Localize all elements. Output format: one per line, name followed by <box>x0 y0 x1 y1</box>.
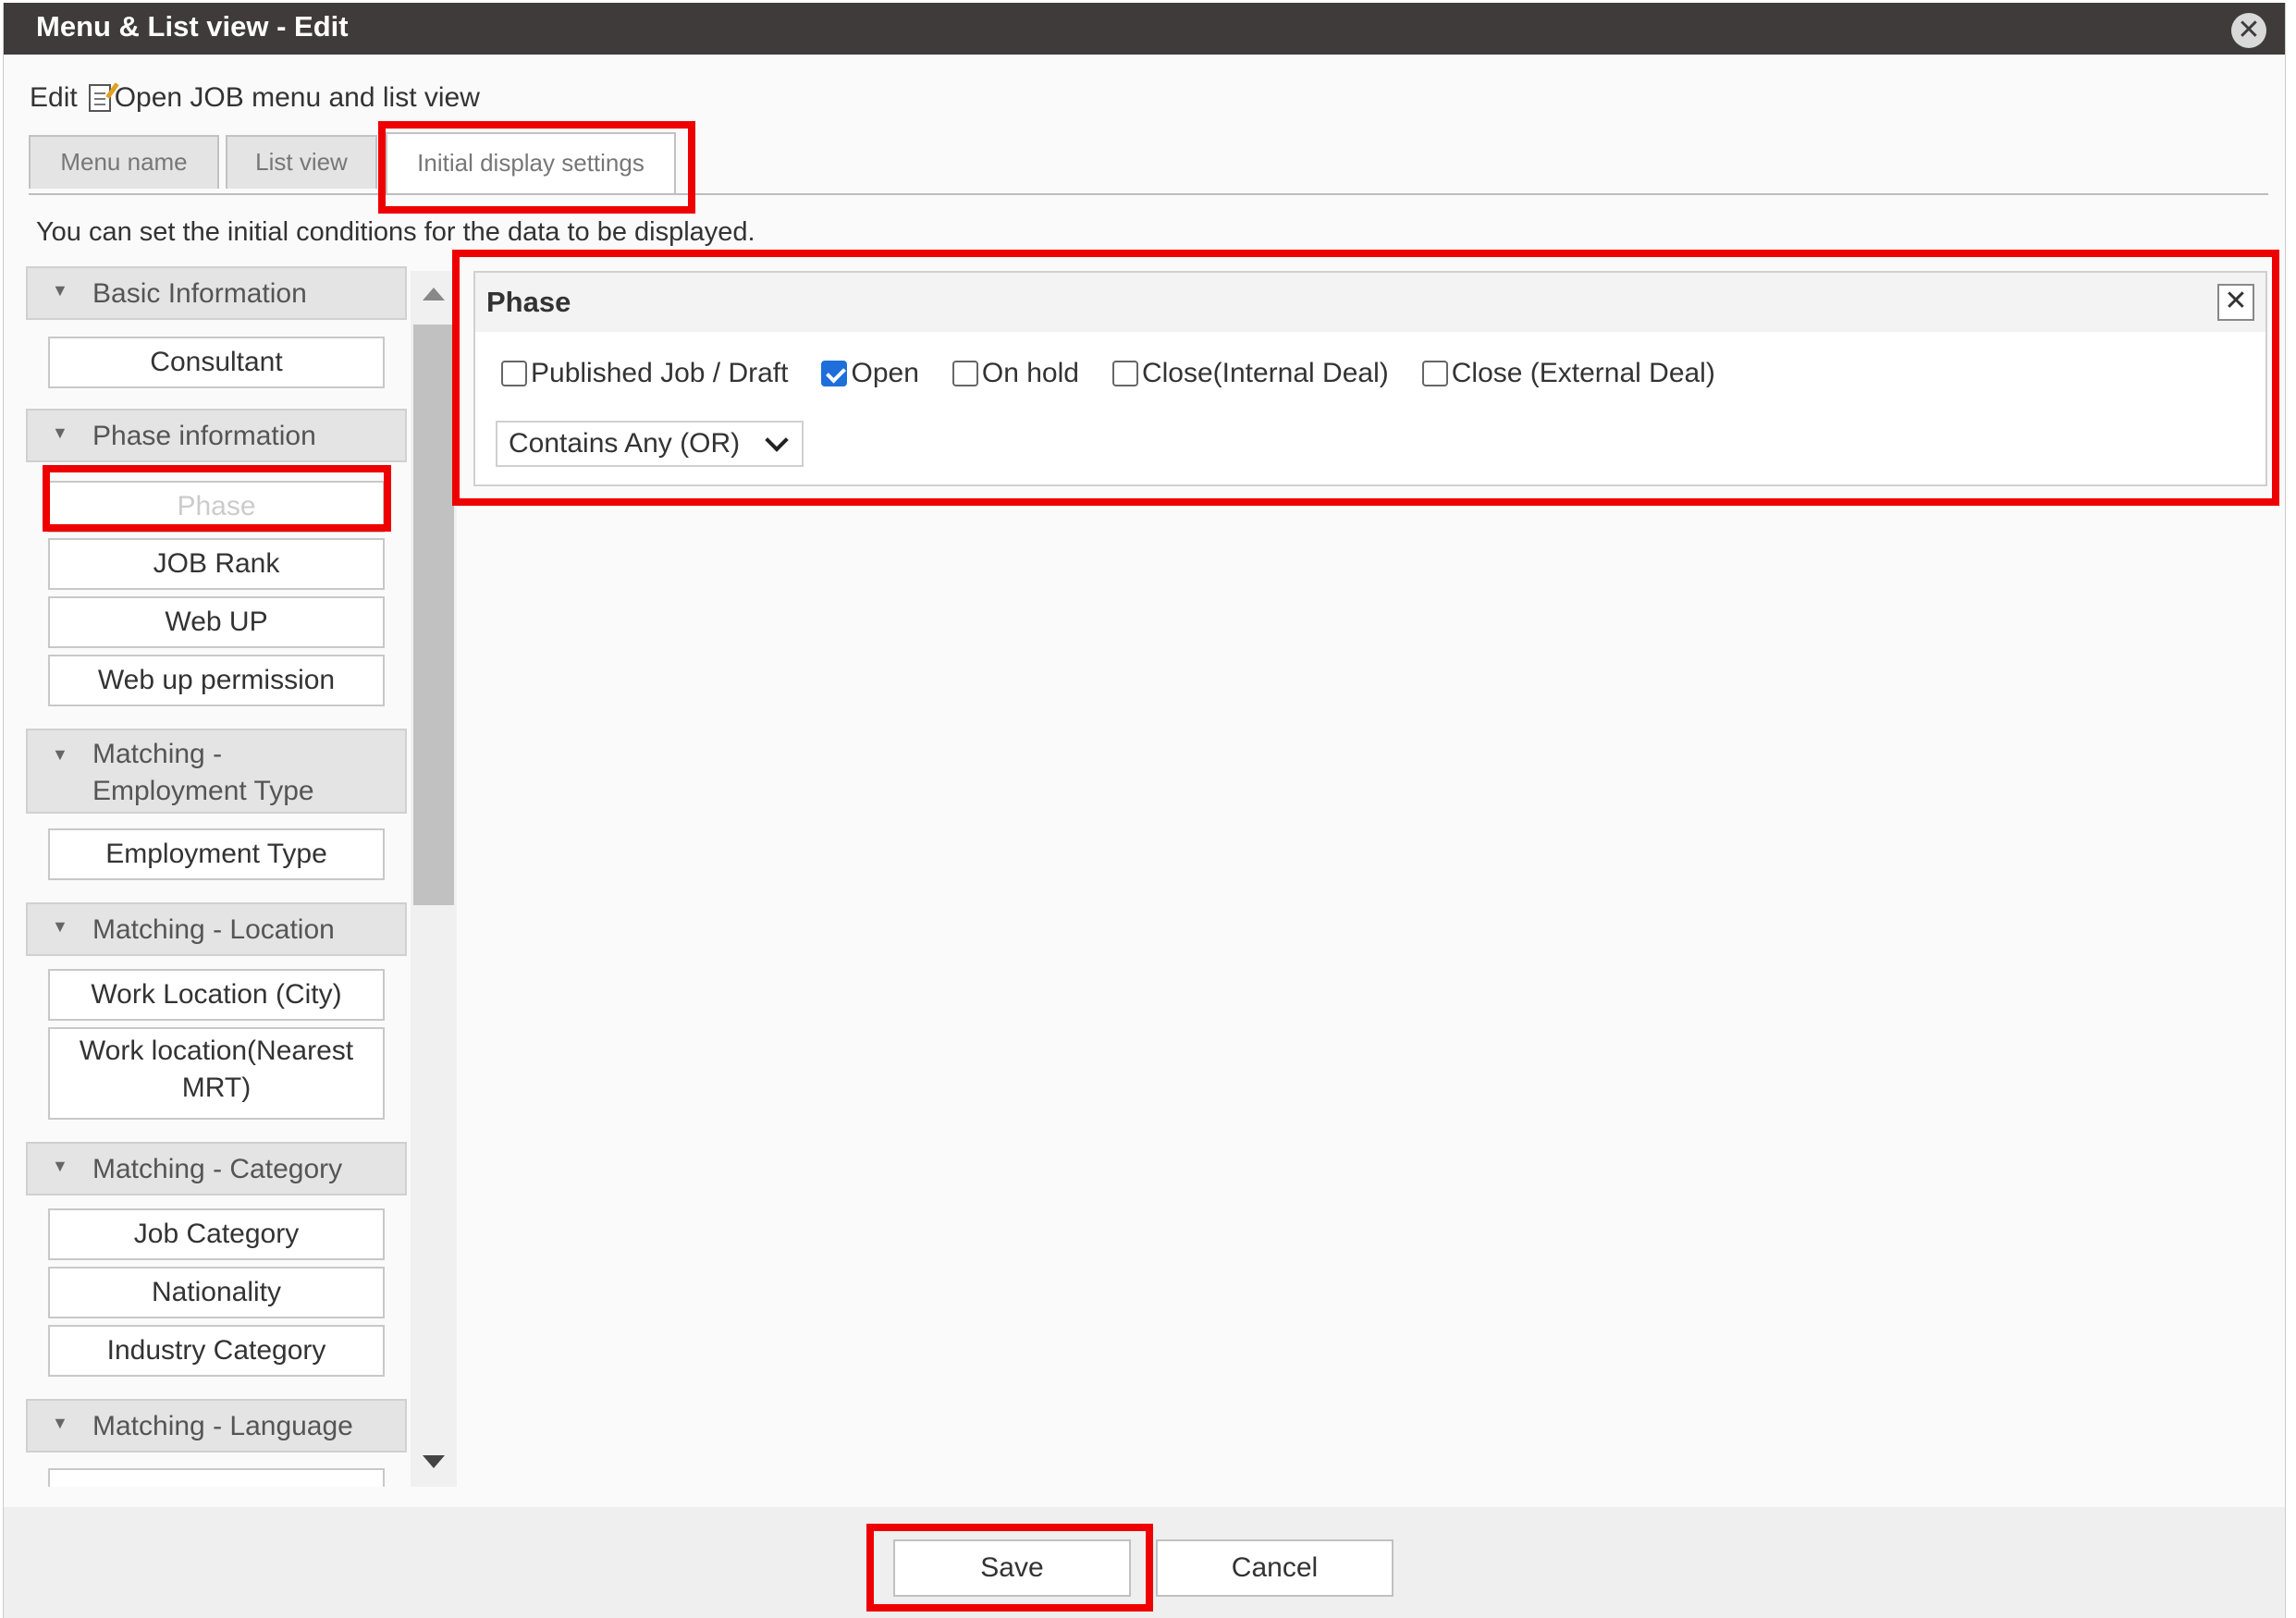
tab-menu-name[interactable]: Menu name <box>29 135 219 189</box>
close-icon[interactable]: ✕ <box>2231 13 2266 48</box>
group-basic-information[interactable]: ▼ Basic Information <box>26 266 407 320</box>
remove-condition-icon[interactable]: ✕ <box>2217 284 2254 321</box>
option-close-external-deal[interactable]: Close (External Deal) <box>1421 358 1715 389</box>
chevron-down-icon <box>765 428 789 452</box>
field-list-scrollbar[interactable] <box>411 271 457 1487</box>
collapse-arrow-icon: ▼ <box>52 1157 68 1175</box>
option-close-internal-deal[interactable]: Close(Internal Deal) <box>1111 358 1389 389</box>
panel-header: Phase ✕ <box>475 273 2265 332</box>
cancel-button[interactable]: Cancel <box>1156 1539 1394 1597</box>
checkbox[interactable] <box>952 361 978 386</box>
edit-dialog: Menu & List view - Edit ✕ Edit Open JOB … <box>3 3 2286 1618</box>
tab-initial-display-settings[interactable]: Initial display settings <box>386 132 676 193</box>
group-matching-language[interactable]: ▼ Matching - Language <box>26 1399 407 1453</box>
field-consultant[interactable]: Consultant <box>48 337 385 388</box>
checkbox-checked[interactable] <box>821 361 848 386</box>
field-phase: Phase <box>48 481 385 533</box>
checkbox[interactable] <box>1421 361 1448 386</box>
field-list: ▼ Basic Information Consultant ▼ Phase i… <box>26 266 408 1487</box>
group-matching-employment-type[interactable]: ▼ Matching - Employment Type <box>26 729 407 814</box>
field-web-up[interactable]: Web UP <box>48 596 385 648</box>
collapse-arrow-icon: ▼ <box>52 917 68 936</box>
field-industry-category[interactable]: Industry Category <box>48 1325 385 1377</box>
title-bar: Menu & List view - Edit ✕ <box>4 3 2285 55</box>
tab-list-view[interactable]: List view <box>226 135 377 189</box>
field-employment-type[interactable]: Employment Type <box>48 828 385 880</box>
checkbox[interactable] <box>1111 361 1138 386</box>
group-matching-location[interactable]: ▼ Matching - Location <box>26 902 407 956</box>
option-published-job-draft[interactable]: Published Job / Draft <box>501 358 788 389</box>
scroll-down-arrow-icon[interactable] <box>423 1455 445 1468</box>
collapse-arrow-icon: ▼ <box>52 281 68 300</box>
field-work-location-city[interactable]: Work Location (City) <box>48 969 385 1021</box>
save-button[interactable]: Save <box>893 1539 1131 1597</box>
field-job-rank[interactable]: JOB Rank <box>48 538 385 590</box>
phase-condition-panel: Phase ✕ Published Job / Draft Open On ho… <box>473 271 2267 486</box>
dialog-footer: Save Cancel <box>4 1507 2285 1618</box>
scroll-up-arrow-icon[interactable] <box>423 288 445 300</box>
settings-hint: You can set the initial conditions for t… <box>36 217 755 247</box>
option-on-hold[interactable]: On hold <box>952 358 1079 389</box>
edit-target-label: Open JOB menu and list view <box>114 82 480 113</box>
edit-document-icon <box>88 84 111 112</box>
collapse-arrow-icon: ▼ <box>52 745 68 764</box>
panel-title: Phase <box>486 286 571 318</box>
group-phase-information[interactable]: ▼ Phase information <box>26 409 407 462</box>
edit-prefix: Edit <box>30 82 78 113</box>
field-nationality[interactable]: Nationality <box>48 1267 385 1318</box>
dialog-title: Menu & List view - Edit <box>36 10 349 43</box>
edit-target: Edit Open JOB menu and list view <box>30 82 480 114</box>
group-matching-category[interactable]: ▼ Matching - Category <box>26 1142 407 1195</box>
collapse-arrow-icon: ▼ <box>52 1414 68 1432</box>
tab-bar: Menu name List view Initial display sett… <box>29 132 2268 195</box>
option-open[interactable]: Open <box>821 358 919 389</box>
field-job-category[interactable]: Job Category <box>48 1208 385 1260</box>
field-web-up-permission[interactable]: Web up permission <box>48 655 385 706</box>
field-work-location-nearest-mrt[interactable]: Work location(Nearest MRT) <box>48 1027 385 1120</box>
match-mode-select[interactable]: Contains Any (OR) <box>496 421 804 467</box>
checkbox[interactable] <box>501 361 527 386</box>
phase-options: Published Job / Draft Open On hold Close… <box>501 358 1749 389</box>
field-language-partial[interactable] <box>48 1468 385 1487</box>
collapse-arrow-icon: ▼ <box>52 423 68 442</box>
scroll-thumb[interactable] <box>413 325 454 905</box>
